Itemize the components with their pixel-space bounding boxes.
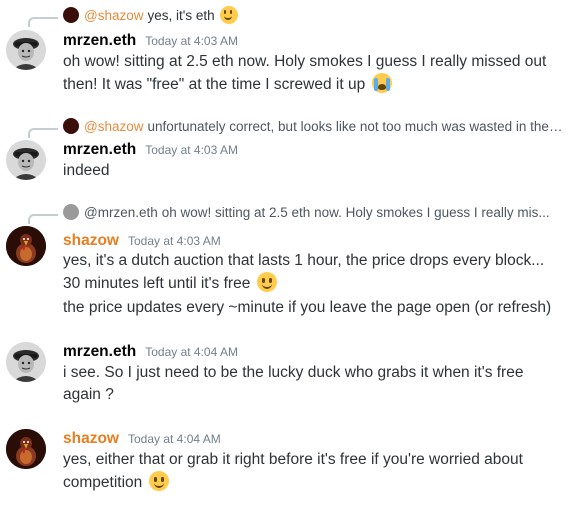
shazow-mini-avatar-icon <box>63 7 79 23</box>
message-line: i see. So I just need to be the lucky du… <box>63 364 524 403</box>
timestamp: Today at 4:03 AM <box>127 234 221 248</box>
mrzen-mini-avatar-icon <box>63 204 79 220</box>
author-name[interactable]: mrzen.eth <box>63 141 136 159</box>
reply-text: oh wow! sitting at 2.5 eth now. Holy smo… <box>161 204 550 220</box>
message-line: yes, either that or grab it right before… <box>63 451 523 491</box>
author-name[interactable]: mrzen.eth <box>63 32 136 50</box>
shazow-avatar[interactable] <box>6 226 46 266</box>
reply-mention[interactable]: @shazow <box>84 119 143 134</box>
reply-preview[interactable]: @mrzen.eth oh wow! sitting at 2.5 eth no… <box>63 203 563 221</box>
message-line: oh wow! sitting at 2.5 eth now. Holy smo… <box>63 53 547 93</box>
timestamp: Today at 4:04 AM <box>127 432 221 446</box>
reply-mention[interactable]: @mrzen.eth <box>84 205 158 220</box>
mrzen-avatar[interactable] <box>6 30 46 70</box>
message-text: oh wow! sitting at 2.5 eth now. Holy smo… <box>63 51 563 96</box>
author-name[interactable]: shazow <box>63 232 119 250</box>
mrzen-avatar[interactable] <box>6 342 46 382</box>
message-text: i see. So I just need to be the lucky du… <box>63 362 563 406</box>
mrzen-avatar[interactable] <box>6 140 46 180</box>
reply-text: yes, it's eth <box>147 7 215 23</box>
message-text: the price updates every ~minute if you l… <box>63 297 563 319</box>
timestamp: Today at 4:04 AM <box>145 345 238 359</box>
slightly-smiling-face-icon <box>219 6 238 24</box>
reply-mention[interactable]: @shazow <box>84 8 143 23</box>
author-name[interactable]: mrzen.eth <box>63 343 136 361</box>
loudly-crying-face-icon <box>371 73 392 93</box>
timestamp: Today at 4:03 AM <box>145 34 238 48</box>
shazow-mini-avatar-icon <box>63 118 79 134</box>
timestamp: Today at 4:03 AM <box>145 143 238 157</box>
reply-preview[interactable]: @shazow yes, it's eth <box>63 6 563 24</box>
message-text: indeed <box>63 160 563 182</box>
message-line: the price updates every ~minute if you l… <box>63 299 552 316</box>
reply-text: unfortunately correct, but looks like no… <box>147 118 563 134</box>
reply-connector <box>28 128 58 138</box>
author-name[interactable]: shazow <box>63 430 119 448</box>
message-line: yes, it's a dutch auction that lasts 1 h… <box>63 252 545 292</box>
slightly-smiling-face-icon <box>256 272 277 292</box>
reply-preview[interactable]: @shazow unfortunately correct, but looks… <box>63 117 563 135</box>
message-line: indeed <box>63 162 110 179</box>
slightly-smiling-face-icon <box>148 471 169 491</box>
reply-connector <box>28 17 58 27</box>
shazow-avatar[interactable] <box>6 429 46 469</box>
reply-connector <box>28 214 58 224</box>
message-text: yes, either that or grab it right before… <box>63 449 563 494</box>
message-text: yes, it's a dutch auction that lasts 1 h… <box>63 250 563 295</box>
